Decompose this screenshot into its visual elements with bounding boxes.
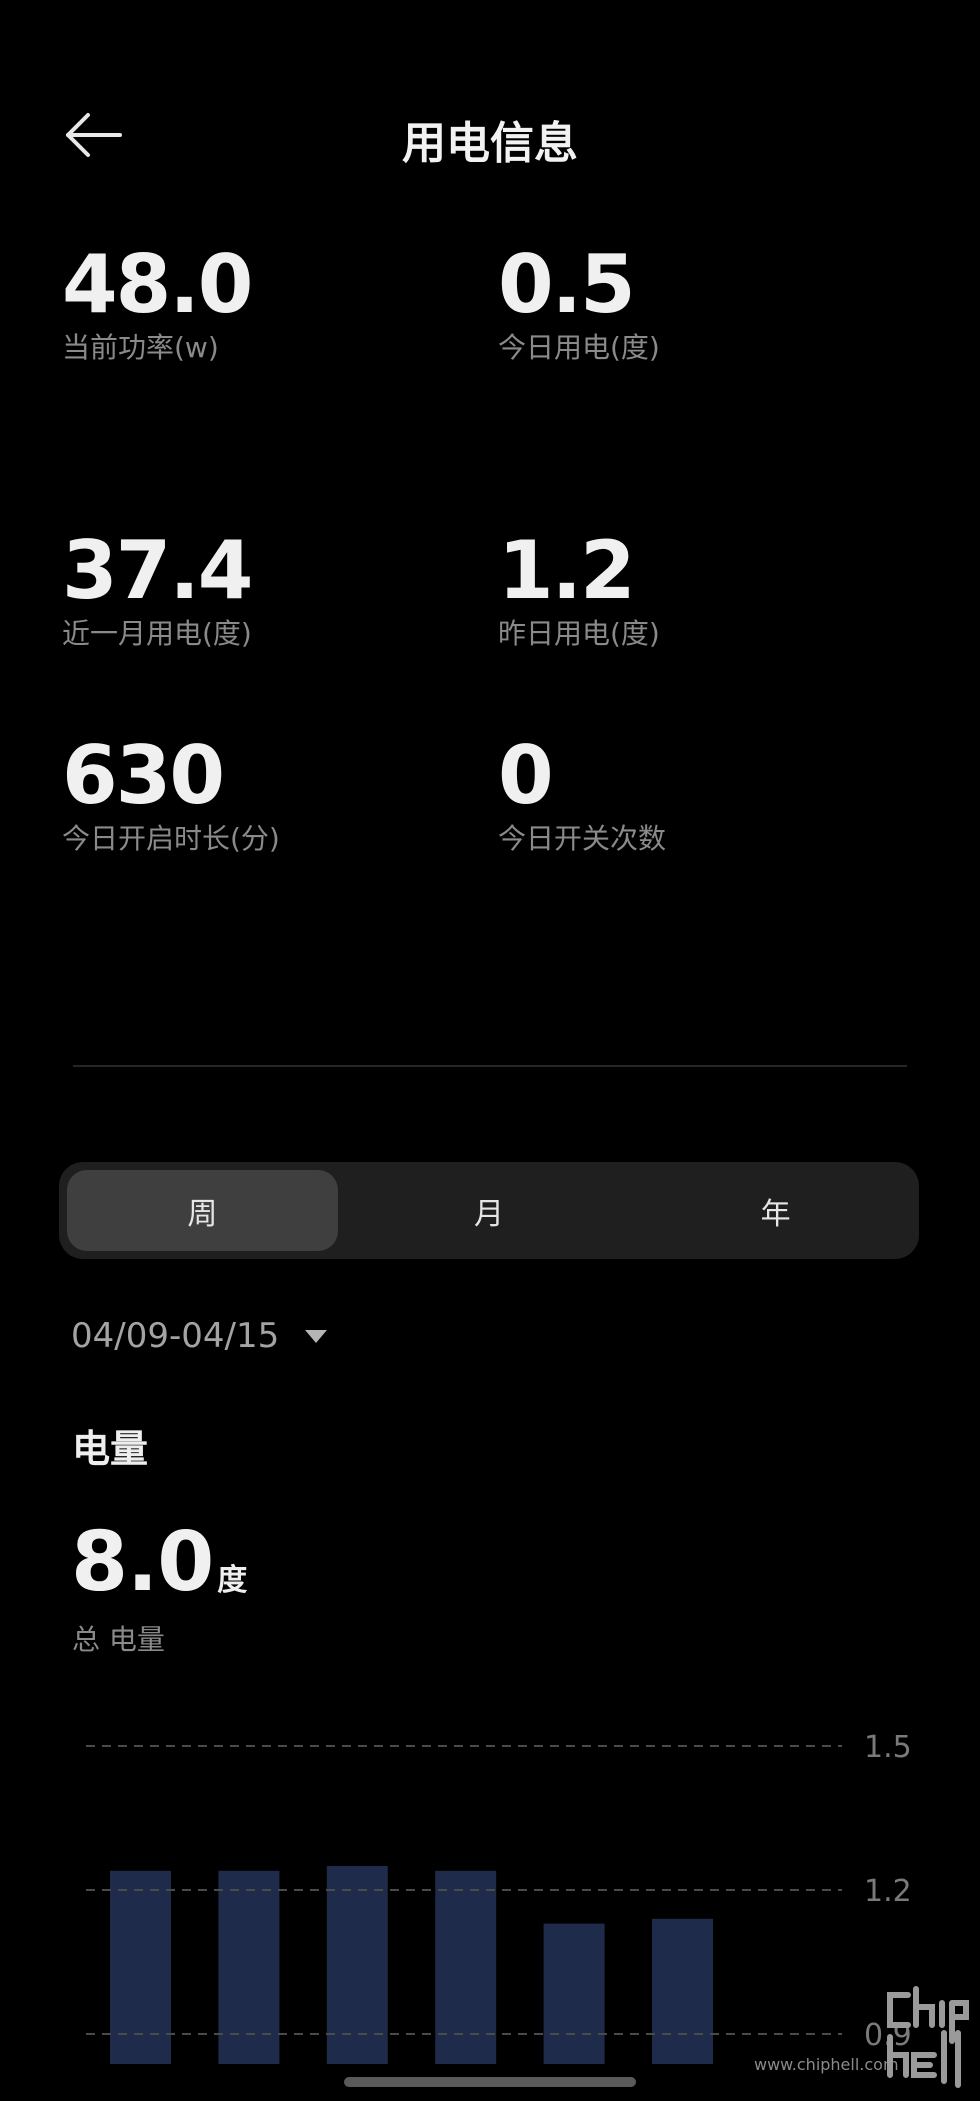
usage-bar-chart: 1.51.20.9 — [86, 1730, 912, 2064]
y-tick-label: 1.5 — [864, 1730, 912, 1765]
stat-today-switch-count: 0 今日开关次数 — [498, 731, 898, 859]
stat-value: 1.2 — [498, 524, 636, 617]
stat-value: 630 — [62, 729, 225, 822]
bar-4[interactable] — [435, 1870, 497, 2064]
date-range-dropdown[interactable]: 04/09-04/15 — [71, 1316, 328, 1356]
tab-year[interactable]: 年 — [640, 1170, 911, 1251]
chiphell-logo-icon — [887, 1986, 969, 2088]
stat-today-usage: 0.5 今日用电(度) — [498, 240, 898, 368]
caret-down-icon — [305, 1329, 328, 1343]
stat-value: 48.0 — [62, 238, 253, 331]
stat-label: 昨日用电(度) — [498, 617, 660, 650]
stat-label: 当前功率(w) — [62, 331, 219, 364]
header: 用电信息 — [0, 95, 980, 175]
section-divider — [73, 1065, 907, 1067]
stat-current-power: 48.0 当前功率(w) — [62, 240, 462, 368]
stat-value: 0.5 — [498, 238, 636, 331]
total-value: 8.0 — [71, 1515, 214, 1610]
home-indicator[interactable] — [344, 2077, 636, 2087]
stat-value: 37.4 — [62, 524, 253, 617]
stat-yesterday-usage: 1.2 昨日用电(度) — [498, 526, 898, 654]
bar-5[interactable] — [543, 1923, 605, 2064]
section-title: 电量 — [72, 1427, 149, 1471]
tab-week[interactable]: 周 — [67, 1170, 338, 1251]
total-label: 总 电量 — [72, 1623, 165, 1656]
page-title: 用电信息 — [402, 118, 578, 169]
bar-6[interactable] — [652, 1918, 713, 2064]
stat-month-usage: 37.4 近一月用电(度) — [62, 526, 462, 654]
stat-label: 今日用电(度) — [498, 331, 660, 364]
total-usage: 8.0 度 — [71, 1515, 247, 1610]
stat-today-on-duration: 630 今日开启时长(分) — [62, 731, 462, 859]
tab-month[interactable]: 月 — [354, 1170, 625, 1251]
watermark-text: www.chiphell.com — [754, 2055, 899, 2074]
total-unit: 度 — [217, 1563, 248, 1598]
date-range-label: 04/09-04/15 — [71, 1316, 280, 1356]
stat-value: 0 — [498, 729, 554, 822]
bar-2[interactable] — [218, 1870, 280, 2064]
y-tick-label: 1.2 — [864, 1874, 912, 1909]
stat-label: 今日开关次数 — [498, 822, 667, 855]
stat-label: 近一月用电(度) — [62, 617, 252, 650]
period-segmented-control: 周 月 年 — [59, 1162, 919, 1259]
bar-1[interactable] — [110, 1870, 171, 2064]
stat-label: 今日开启时长(分) — [62, 822, 280, 855]
